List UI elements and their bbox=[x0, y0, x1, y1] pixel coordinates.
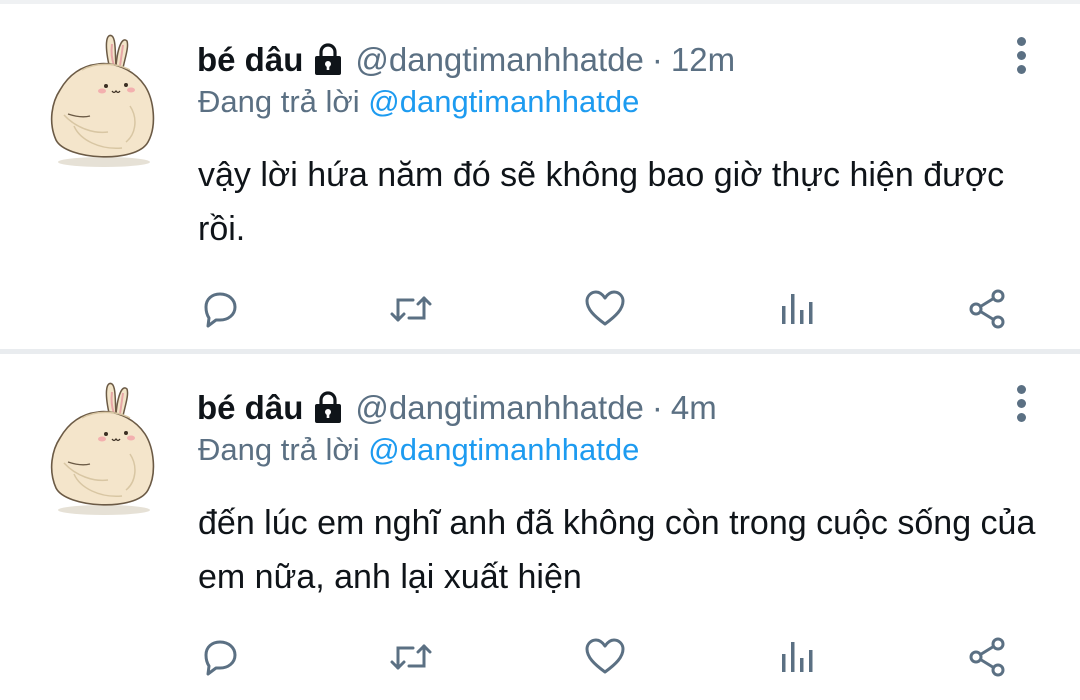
avatar[interactable] bbox=[30, 378, 170, 518]
retweet-button[interactable] bbox=[389, 288, 433, 330]
share-icon bbox=[969, 637, 1005, 677]
separator-dot: · bbox=[651, 41, 663, 78]
like-icon bbox=[585, 290, 625, 326]
tweet[interactable]: bé dâu @dangtimanhhatde · 12m Đang trả l… bbox=[0, 0, 1080, 354]
avatar[interactable] bbox=[30, 30, 170, 170]
analytics-icon bbox=[782, 642, 813, 672]
share-button[interactable] bbox=[966, 636, 1010, 678]
user-handle[interactable]: @dangtimanhhatde bbox=[355, 389, 644, 427]
tweet-text: vậy lời hứa năm đó sẽ không bao giờ thực… bbox=[198, 156, 1005, 248]
share-button[interactable] bbox=[966, 288, 1010, 330]
retweet-button[interactable] bbox=[389, 636, 433, 678]
timestamp[interactable]: 4m bbox=[671, 389, 717, 427]
user-handle[interactable]: @dangtimanhhatde bbox=[355, 41, 644, 79]
like-button[interactable] bbox=[583, 288, 627, 330]
reply-button[interactable] bbox=[198, 288, 242, 330]
more-options-icon[interactable] bbox=[1008, 385, 1034, 425]
replying-to: Đang trả lời @dangtimanhhatde bbox=[198, 84, 639, 120]
retweet-icon bbox=[390, 296, 432, 322]
timestamp[interactable]: 12m bbox=[671, 41, 735, 79]
replying-prefix: Đang trả lời bbox=[198, 432, 360, 467]
tweet-text: đến lúc em nghĩ anh đã không còn trong c… bbox=[198, 504, 1036, 596]
analytics-button[interactable] bbox=[776, 636, 820, 678]
lock-icon bbox=[315, 43, 342, 75]
reply-icon bbox=[204, 292, 237, 328]
share-icon bbox=[969, 289, 1005, 329]
tweet-header: bé dâu @dangtimanhhatde · 12m bbox=[197, 36, 735, 84]
tweet-header: bé dâu @dangtimanhhatde · 4m bbox=[197, 384, 717, 432]
replying-to: Đang trả lời @dangtimanhhatde bbox=[198, 432, 639, 468]
replying-mention-link[interactable]: @dangtimanhhatde bbox=[368, 84, 639, 119]
more-options-icon[interactable] bbox=[1008, 37, 1034, 77]
like-icon bbox=[585, 638, 625, 674]
reply-button[interactable] bbox=[198, 636, 242, 678]
tweet-actions bbox=[0, 280, 1080, 336]
retweet-icon bbox=[390, 644, 432, 670]
lock-icon bbox=[315, 391, 342, 423]
display-name[interactable]: bé dâu bbox=[197, 41, 303, 79]
tweet[interactable]: bé dâu @dangtimanhhatde · 4m Đang trả lờ… bbox=[0, 352, 1080, 700]
separator-dot: · bbox=[651, 389, 663, 426]
analytics-icon bbox=[782, 294, 813, 324]
replying-prefix: Đang trả lời bbox=[198, 84, 360, 119]
analytics-button[interactable] bbox=[776, 288, 820, 330]
like-button[interactable] bbox=[583, 636, 627, 678]
reply-icon bbox=[204, 640, 237, 676]
display-name[interactable]: bé dâu bbox=[197, 389, 303, 427]
replying-mention-link[interactable]: @dangtimanhhatde bbox=[368, 432, 639, 467]
tweet-actions bbox=[0, 628, 1080, 684]
